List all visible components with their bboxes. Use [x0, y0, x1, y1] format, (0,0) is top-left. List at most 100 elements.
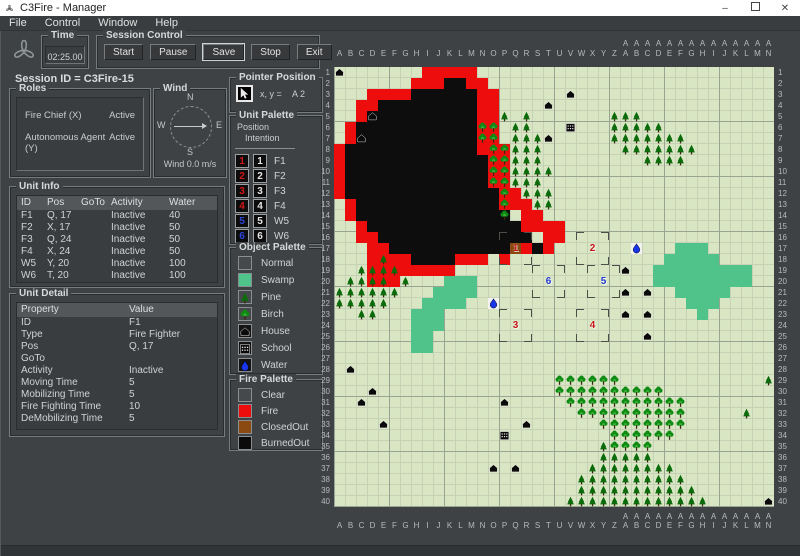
menu-item-window[interactable]: Window [89, 16, 146, 30]
stop-button[interactable]: Stop [251, 44, 290, 60]
table-cell: F3 [17, 234, 43, 246]
time-panel-title: Time [48, 30, 77, 41]
fire-palette-item-fire[interactable]: Fire [238, 404, 278, 418]
fire-swatch-icon[interactable] [238, 404, 252, 418]
unit-palette-row-w6[interactable]: 66W6 [235, 229, 289, 243]
fire-palette-item-clear[interactable]: Clear [238, 388, 285, 402]
unit-detail-row[interactable]: GoTo [17, 353, 217, 365]
fire-palette-item-burnedout[interactable]: BurnedOut [238, 436, 309, 450]
unit-info-row[interactable]: W5Y, 20Inactive100 [17, 258, 217, 270]
object-palette-item-pine[interactable]: Pine [238, 290, 281, 304]
exit-button[interactable]: Exit [297, 44, 332, 60]
pine-swatch-icon[interactable] [238, 290, 252, 304]
app-logo-icon [4, 3, 15, 14]
unit-position-icon[interactable]: 1 [235, 154, 249, 168]
table-cell: Mobilizing Time [17, 389, 125, 401]
unit-palette-row-f1[interactable]: 11F1 [235, 154, 286, 168]
unit-info-row[interactable]: F4X, 24Inactive50 [17, 246, 217, 258]
object-palette-item-school[interactable]: School [238, 341, 292, 355]
unit-detail-row[interactable]: Moving Time5 [17, 377, 217, 389]
water-swatch-icon[interactable] [238, 358, 252, 372]
unit-detail-row[interactable]: Mobilizing Time5 [17, 389, 217, 401]
pause-button[interactable]: Pause [150, 44, 196, 60]
unit-intention-icon[interactable]: 5 [253, 214, 267, 228]
unit-palette-row-f3[interactable]: 33F3 [235, 184, 286, 198]
normal-swatch-icon[interactable] [238, 256, 252, 270]
unit-intention-icon[interactable]: 6 [253, 229, 267, 243]
unit-position-icon[interactable]: 5 [235, 214, 249, 228]
table-cell: 50 [165, 246, 217, 258]
house-swatch-icon[interactable] [238, 324, 252, 338]
row-label: 36 [312, 452, 330, 463]
fire-palette-item-closedout[interactable]: ClosedOut [238, 420, 308, 434]
minimize-icon[interactable]: – [710, 3, 740, 14]
unit-info-row[interactable]: W6T, 20Inactive100 [17, 270, 217, 282]
column-label: Y [598, 521, 609, 530]
clear-swatch-icon[interactable] [238, 388, 252, 402]
column-label: G [400, 49, 411, 58]
unit-detail-row[interactable]: TypeFire Fighter [17, 329, 217, 341]
unit-detail-title: Unit Detail [16, 288, 71, 299]
table-cell: GoTo [17, 353, 125, 365]
unit-detail-row[interactable]: Fire Fighting Time10 [17, 401, 217, 413]
row-label: 7 [778, 133, 782, 144]
column-label: B [345, 521, 356, 530]
menu-item-control[interactable]: Control [36, 16, 89, 30]
unit-info-row[interactable]: F3Q, 24Inactive50 [17, 234, 217, 246]
start-button[interactable]: Start [104, 44, 143, 60]
unit-position-icon[interactable]: 2 [235, 169, 249, 183]
c3fire-logo [7, 35, 41, 67]
object-palette-item-water[interactable]: Water [238, 358, 287, 372]
row-label: 40 [778, 496, 787, 507]
column-header: ID [17, 196, 43, 210]
unit-position-icon[interactable]: 4 [235, 199, 249, 213]
closedout-swatch-icon[interactable] [238, 420, 252, 434]
object-palette-item-birch[interactable]: Birch [238, 307, 284, 321]
maximize-icon[interactable] [740, 2, 770, 14]
object-palette-item-house[interactable]: House [238, 324, 290, 338]
wind-title: Wind [160, 83, 190, 94]
menu-item-help[interactable]: Help [146, 16, 187, 30]
row-label: 34 [778, 430, 787, 441]
unit-intention-icon[interactable]: 2 [253, 169, 267, 183]
unit-info-row[interactable]: F1Q, 17Inactive40 [17, 210, 217, 222]
unit-detail-row[interactable]: PosQ, 17 [17, 341, 217, 353]
unit-palette-title: Unit Palette [236, 110, 297, 121]
object-palette-item-swamp[interactable]: Swamp [238, 273, 294, 287]
unit-intention-icon[interactable]: 3 [253, 184, 267, 198]
column-label: N [763, 49, 774, 58]
table-cell: F1 [125, 317, 217, 329]
unit-palette-row-f4[interactable]: 44F4 [235, 199, 286, 213]
table-cell: Pos [17, 341, 125, 353]
burnedout-swatch-icon[interactable] [238, 436, 252, 450]
unit-intention-icon[interactable]: 1 [253, 154, 267, 168]
save-button[interactable]: Save [203, 44, 244, 60]
row-label: 6 [778, 122, 782, 133]
unit-info-row[interactable]: F2X, 17Inactive50 [17, 222, 217, 234]
row-label: 16 [778, 232, 787, 243]
column-label: F [389, 49, 400, 58]
unit-detail-row[interactable]: ActivityInactive [17, 365, 217, 377]
row-label: 38 [312, 474, 330, 485]
unit-palette-row-w5[interactable]: 55W5 [235, 214, 289, 228]
object-palette-item-normal[interactable]: Normal [238, 256, 293, 270]
close-icon[interactable]: ✕ [770, 3, 800, 14]
unit-detail-row[interactable]: IDF1 [17, 317, 217, 329]
school-swatch-icon[interactable] [238, 341, 252, 355]
role-status: Active [109, 110, 135, 121]
swamp-swatch-icon[interactable] [238, 273, 252, 287]
column-label: F [389, 521, 400, 530]
unit-position-icon[interactable]: 3 [235, 184, 249, 198]
map-grid[interactable] [334, 67, 774, 507]
unit-palette-row-f2[interactable]: 22F2 [235, 169, 286, 183]
column-label: N [763, 521, 774, 530]
column-label: G [400, 521, 411, 530]
column-label: C [356, 521, 367, 530]
unit-detail-row[interactable]: DeMobilizing Time5 [17, 413, 217, 425]
birch-swatch-icon[interactable] [238, 307, 252, 321]
column-label: G [686, 49, 697, 58]
unit-intention-icon[interactable]: 4 [253, 199, 267, 213]
column-label: A [334, 49, 345, 58]
unit-position-icon[interactable]: 6 [235, 229, 249, 243]
menu-item-file[interactable]: File [0, 16, 36, 30]
